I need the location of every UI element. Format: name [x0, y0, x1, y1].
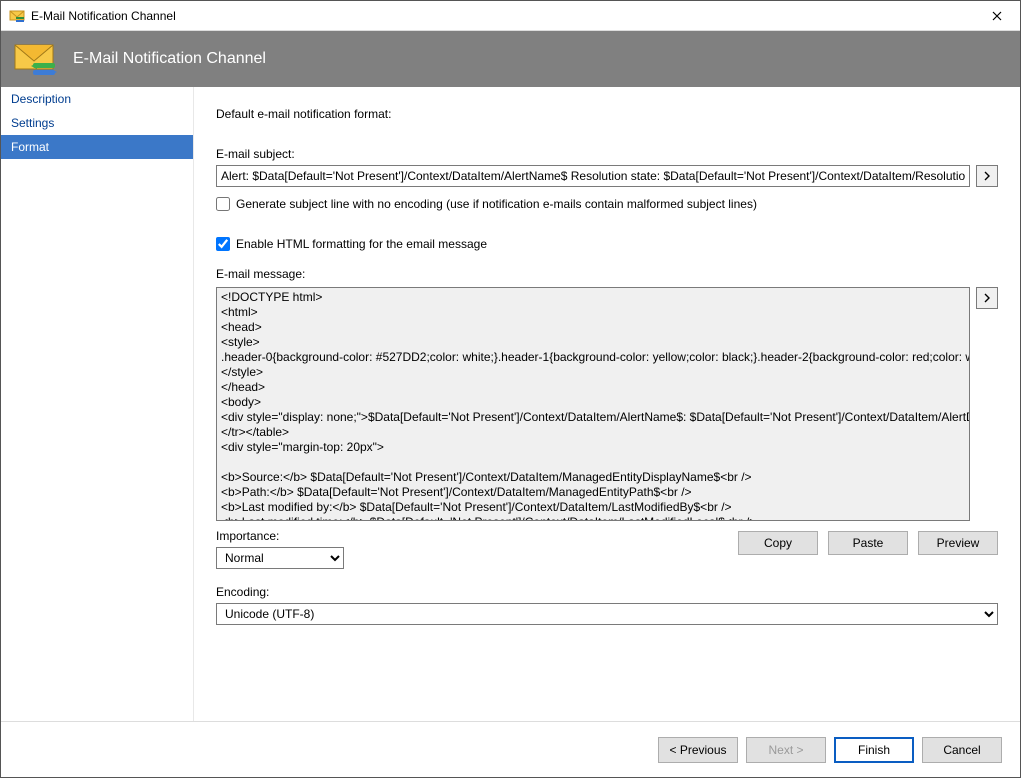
encoding-select[interactable]: Unicode (UTF-8)	[216, 603, 998, 625]
intro-label: Default e-mail notification format:	[216, 107, 998, 121]
close-button[interactable]	[974, 1, 1020, 31]
message-label: E-mail message:	[216, 267, 998, 281]
content-pane: Default e-mail notification format: E-ma…	[194, 87, 1020, 721]
encoding-label: Encoding:	[216, 585, 998, 599]
header-title: E-Mail Notification Channel	[73, 50, 266, 68]
importance-label: Importance:	[216, 529, 344, 543]
app-icon	[9, 8, 25, 24]
wizard-footer: < Previous Next > Finish Cancel	[1, 721, 1020, 777]
subject-insert-button[interactable]	[976, 165, 998, 187]
message-insert-button[interactable]	[976, 287, 998, 309]
sidebar: Description Settings Format	[1, 87, 194, 721]
message-textarea[interactable]	[216, 287, 970, 521]
html-format-checkbox[interactable]	[216, 237, 230, 251]
sidebar-item-label: Settings	[11, 116, 54, 130]
subject-input[interactable]	[216, 165, 970, 187]
titlebar: E-Mail Notification Channel	[1, 1, 1020, 31]
sidebar-item-label: Format	[11, 140, 49, 154]
html-format-label: Enable HTML formatting for the email mes…	[236, 237, 487, 251]
no-encoding-checkbox[interactable]	[216, 197, 230, 211]
subject-label: E-mail subject:	[216, 147, 998, 161]
sidebar-item-settings[interactable]: Settings	[1, 111, 193, 135]
no-encoding-row[interactable]: Generate subject line with no encoding (…	[216, 197, 998, 211]
no-encoding-label: Generate subject line with no encoding (…	[236, 197, 757, 211]
importance-select[interactable]: Normal	[216, 547, 344, 569]
previous-button[interactable]: < Previous	[658, 737, 738, 763]
cancel-button[interactable]: Cancel	[922, 737, 1002, 763]
mail-icon	[13, 39, 61, 79]
body: Description Settings Format Default e-ma…	[1, 87, 1020, 721]
dialog-window: E-Mail Notification Channel E-Mail Notif…	[0, 0, 1021, 778]
next-button: Next >	[746, 737, 826, 763]
sidebar-item-label: Description	[11, 92, 71, 106]
sidebar-item-description[interactable]: Description	[1, 87, 193, 111]
html-format-row[interactable]: Enable HTML formatting for the email mes…	[216, 237, 998, 251]
finish-button[interactable]: Finish	[834, 737, 914, 763]
sidebar-item-format[interactable]: Format	[1, 135, 193, 159]
window-title: E-Mail Notification Channel	[31, 9, 974, 23]
header-band: E-Mail Notification Channel	[1, 31, 1020, 87]
